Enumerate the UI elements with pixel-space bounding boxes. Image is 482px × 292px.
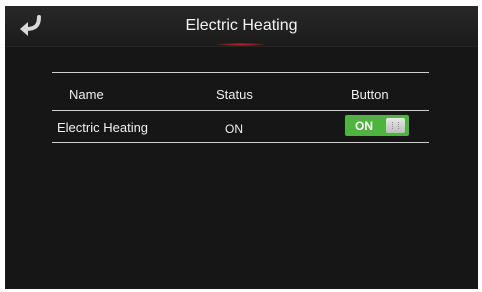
row-name: Electric Heating xyxy=(57,120,149,135)
toggle-knob[interactable] xyxy=(386,118,405,133)
screen: Electric Heating Name Status Button Elec… xyxy=(5,6,478,289)
page-title: Electric Heating xyxy=(185,17,298,34)
toggle-label: ON xyxy=(355,119,373,133)
top-bar: Electric Heating xyxy=(5,6,478,47)
table-divider xyxy=(52,72,429,73)
grip-icon xyxy=(392,122,399,129)
column-header-status: Status xyxy=(216,87,253,102)
row-status: ON xyxy=(225,122,243,136)
heating-toggle-switch[interactable]: ON xyxy=(345,115,409,136)
column-header-button: Button xyxy=(351,87,389,102)
table-divider xyxy=(52,142,429,143)
title-accent-line xyxy=(216,43,266,46)
column-header-name: Name xyxy=(69,87,104,102)
table-divider xyxy=(52,110,429,111)
